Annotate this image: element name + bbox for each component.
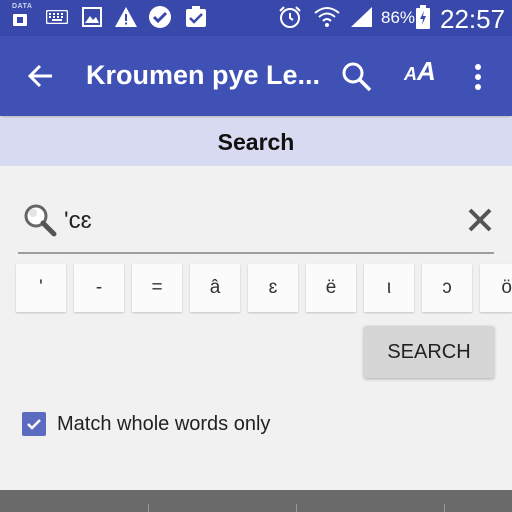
clipboard-check-icon xyxy=(184,6,208,28)
back-arrow-icon[interactable] xyxy=(22,58,58,94)
keyboard-icon xyxy=(46,6,68,28)
check-badge-icon xyxy=(148,6,172,28)
battery-icon xyxy=(416,5,430,29)
wifi-icon xyxy=(314,6,340,28)
alarm-icon xyxy=(278,6,302,28)
special-character-bar: ' - = â ɛ ë ι ɔ ö xyxy=(16,264,512,312)
warning-icon xyxy=(114,6,138,28)
char-key[interactable]: ɛ xyxy=(248,264,298,312)
char-key[interactable]: ' xyxy=(16,264,66,312)
char-key[interactable]: ι xyxy=(364,264,414,312)
search-magnifier-icon xyxy=(22,202,58,238)
match-whole-words-row[interactable]: Match whole words only xyxy=(22,410,270,438)
search-header: Search xyxy=(0,118,512,166)
bar-divider xyxy=(148,504,149,512)
char-key[interactable]: â xyxy=(190,264,240,312)
char-key[interactable]: ɔ xyxy=(422,264,472,312)
image-icon xyxy=(82,6,102,28)
match-whole-words-checkbox[interactable] xyxy=(22,412,46,436)
bar-divider xyxy=(444,504,445,512)
char-key[interactable]: = xyxy=(132,264,182,312)
status-bar: DATA 86% 22:57 xyxy=(0,0,512,36)
clear-icon[interactable] xyxy=(466,206,494,234)
match-whole-words-label: Match whole words only xyxy=(57,412,271,435)
search-field xyxy=(18,196,494,254)
clock: 22:57 xyxy=(440,4,506,34)
app-bar: Kroumen pye Le... AA xyxy=(0,36,512,116)
app-title: Kroumen pye Le... xyxy=(86,60,321,90)
font-size-icon[interactable]: AA xyxy=(404,56,436,87)
more-vert-icon[interactable] xyxy=(466,60,490,94)
search-input[interactable] xyxy=(62,202,446,240)
battery-percent: 86% xyxy=(381,8,416,27)
search-button[interactable]: SEARCH xyxy=(364,326,494,378)
char-key[interactable]: - xyxy=(74,264,124,312)
signal-icon xyxy=(350,6,374,28)
search-icon[interactable] xyxy=(340,60,374,94)
sim-card-icon xyxy=(12,9,34,31)
char-key[interactable]: ö xyxy=(480,264,512,312)
bottom-bar xyxy=(0,490,512,512)
bar-divider xyxy=(296,504,297,512)
char-key[interactable]: ë xyxy=(306,264,356,312)
